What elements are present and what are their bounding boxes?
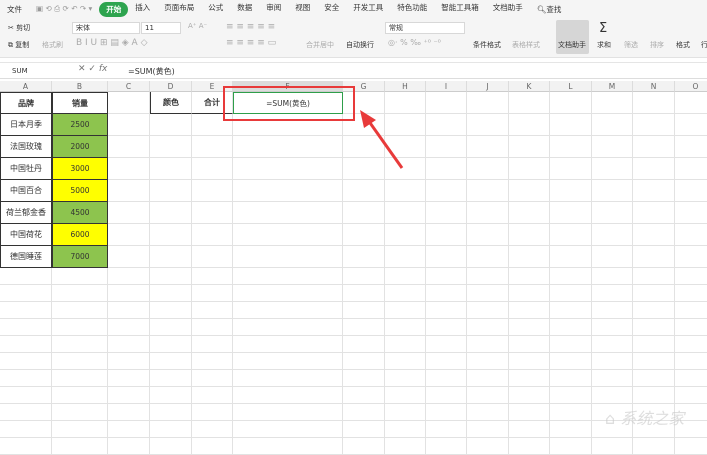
arrow-annotation — [360, 110, 404, 169]
watermark-logo: ⌂ 系统之家 — [605, 409, 685, 428]
